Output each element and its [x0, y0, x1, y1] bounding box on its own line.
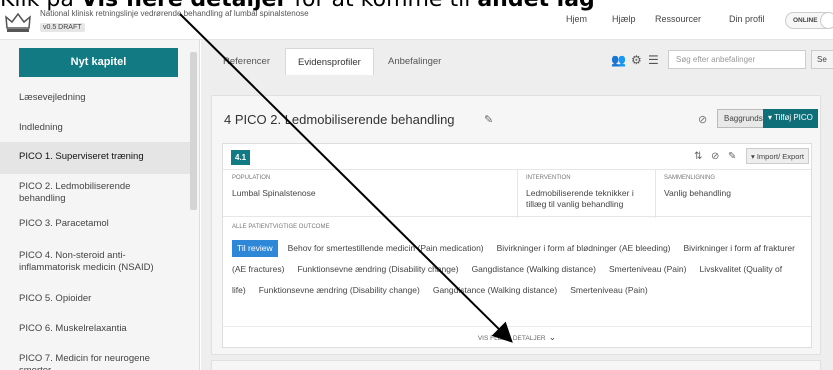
main-content: Referencer Evidensprofiler Anbefalinger …	[201, 40, 833, 370]
nav-resources[interactable]: Ressourcer	[655, 14, 701, 24]
nav-profile[interactable]: Din profil	[729, 14, 765, 24]
outcome-item: Smerteniveau (Pain)	[570, 285, 648, 295]
link-icon[interactable]: ⊘	[698, 113, 707, 126]
link-icon[interactable]: ⊘	[711, 151, 719, 162]
pencil-icon[interactable]: ✎	[728, 151, 736, 162]
sidebar-item-pico-1[interactable]: PICO 1. Superviseret træning	[19, 151, 179, 163]
sidebar-item-pico-7[interactable]: PICO 7. Medicin for neurogene smerter	[19, 353, 179, 370]
comparison-label: SAMMENLIGNING	[664, 175, 716, 181]
toggle-knob	[820, 12, 833, 29]
population-value: Lumbal Spinalstenose	[232, 188, 316, 198]
review-status-badge[interactable]: Til review	[232, 240, 278, 257]
intervention-label: INTERVENTION	[526, 175, 571, 181]
sidebar-item-pico-4[interactable]: PICO 4. Non-steroid anti-inflammatorisk …	[19, 250, 179, 274]
crown-logo-icon	[5, 12, 31, 32]
nav-home[interactable]: Hjem	[566, 14, 587, 24]
outcome-list: Til review Behov for smertestillende medi…	[232, 238, 804, 301]
pico-card: 4.1 ⇅ ⊘ ✎ ▾ Import/ Export POPULATION Lu…	[222, 143, 812, 348]
next-pico-panel	[211, 360, 821, 370]
online-toggle[interactable]: ONLINE	[785, 12, 833, 29]
sidebar-item-pico-5[interactable]: PICO 5. Opioider	[19, 293, 179, 305]
instruction-middle: for at komme til	[287, 0, 477, 12]
show-more-label: VIS FLERE DETALJER	[477, 335, 546, 342]
gear-icon[interactable]: ⚙	[631, 53, 642, 67]
sidebar-item-introduction[interactable]: Indledning	[19, 122, 179, 134]
sidebar-item-pico-6[interactable]: PICO 6. Muskelrelaxantia	[19, 323, 179, 335]
column-divider	[655, 170, 656, 218]
outcome-item: Gangdistance (Walking distance)	[432, 285, 558, 295]
sidebar-scrollbar[interactable]	[190, 52, 197, 210]
tab-evidence-profiles[interactable]: Evidensprofiler	[285, 48, 374, 75]
add-pico-button[interactable]: ▾ Tilføj PICO	[763, 109, 818, 128]
sidebar: Nyt kapitel Læsevejledning Indledning PI…	[0, 40, 200, 370]
tab-references[interactable]: Referencer	[211, 48, 282, 74]
pencil-icon[interactable]: ✎	[484, 113, 493, 126]
outcome-item: Bivirkninger i form af blødninger (AE bl…	[496, 243, 671, 253]
chevron-down-icon: ⌄	[548, 332, 557, 342]
outcome-item: Gangdistance (Walking distance)	[471, 264, 596, 274]
instruction-bold-target: Vis flere detaljer	[81, 0, 287, 12]
outcome-item: Smerteniveau (Pain)	[608, 264, 687, 274]
pico-header-row: POPULATION Lumbal Spinalstenose INTERVEN…	[223, 169, 811, 218]
nav-help[interactable]: Hjælp	[612, 14, 636, 24]
outcome-label: ALLE PATIENTVIGTIGE OUTCOME	[232, 224, 330, 230]
show-more-details-button[interactable]: VIS FLERE DETALJER ⌄	[223, 326, 811, 347]
search-input[interactable]: Søg efter anbefalinger	[668, 50, 806, 69]
instruction-prefix: Klik på	[0, 0, 81, 12]
outcome-item: Behov for smertestillende medicin (Pain …	[287, 243, 484, 253]
search-button[interactable]: Se	[811, 50, 833, 69]
outcome-item: Funktionsevne ændring (Disability change…	[297, 264, 459, 274]
sidebar-item-pico-3[interactable]: PICO 3. Paracetamol	[19, 218, 179, 230]
pico-title: 4 PICO 2. Ledmobiliserende behandling	[224, 112, 455, 127]
sort-icon[interactable]: ⇅	[694, 151, 702, 162]
comparison-value: Vanlig behandling	[664, 188, 731, 198]
intervention-value: Ledmobiliserende teknikker i tillæg til …	[526, 188, 634, 209]
instruction-bold-destination: andet lag	[477, 0, 595, 12]
sidebar-item-reading-guide[interactable]: Læsevejledning	[19, 92, 179, 104]
sidebar-item-pico-2[interactable]: PICO 2. Ledmobiliserende behandling	[19, 181, 179, 205]
new-chapter-button[interactable]: Nyt kapitel	[19, 48, 178, 77]
column-divider	[517, 170, 518, 218]
outcome-item: Funktionsevne ændring (Disability change…	[258, 285, 420, 295]
pico-number-badge: 4.1	[231, 150, 251, 165]
list-icon[interactable]: ☰	[648, 53, 659, 67]
version-badge: v0.5 DRAFT	[40, 23, 85, 32]
import-export-button[interactable]: ▾ Import/ Export	[746, 148, 809, 164]
tab-recommendations[interactable]: Anbefalinger	[376, 48, 453, 74]
pico-panel: 4 PICO 2. Ledmobiliserende behandling ✎ …	[211, 95, 821, 355]
instruction-caption: Klik på Vis flere detaljer for at komme …	[0, 0, 833, 11]
users-icon[interactable]: 👥	[611, 53, 626, 67]
online-label: ONLINE	[793, 17, 818, 24]
population-label: POPULATION	[232, 175, 271, 181]
